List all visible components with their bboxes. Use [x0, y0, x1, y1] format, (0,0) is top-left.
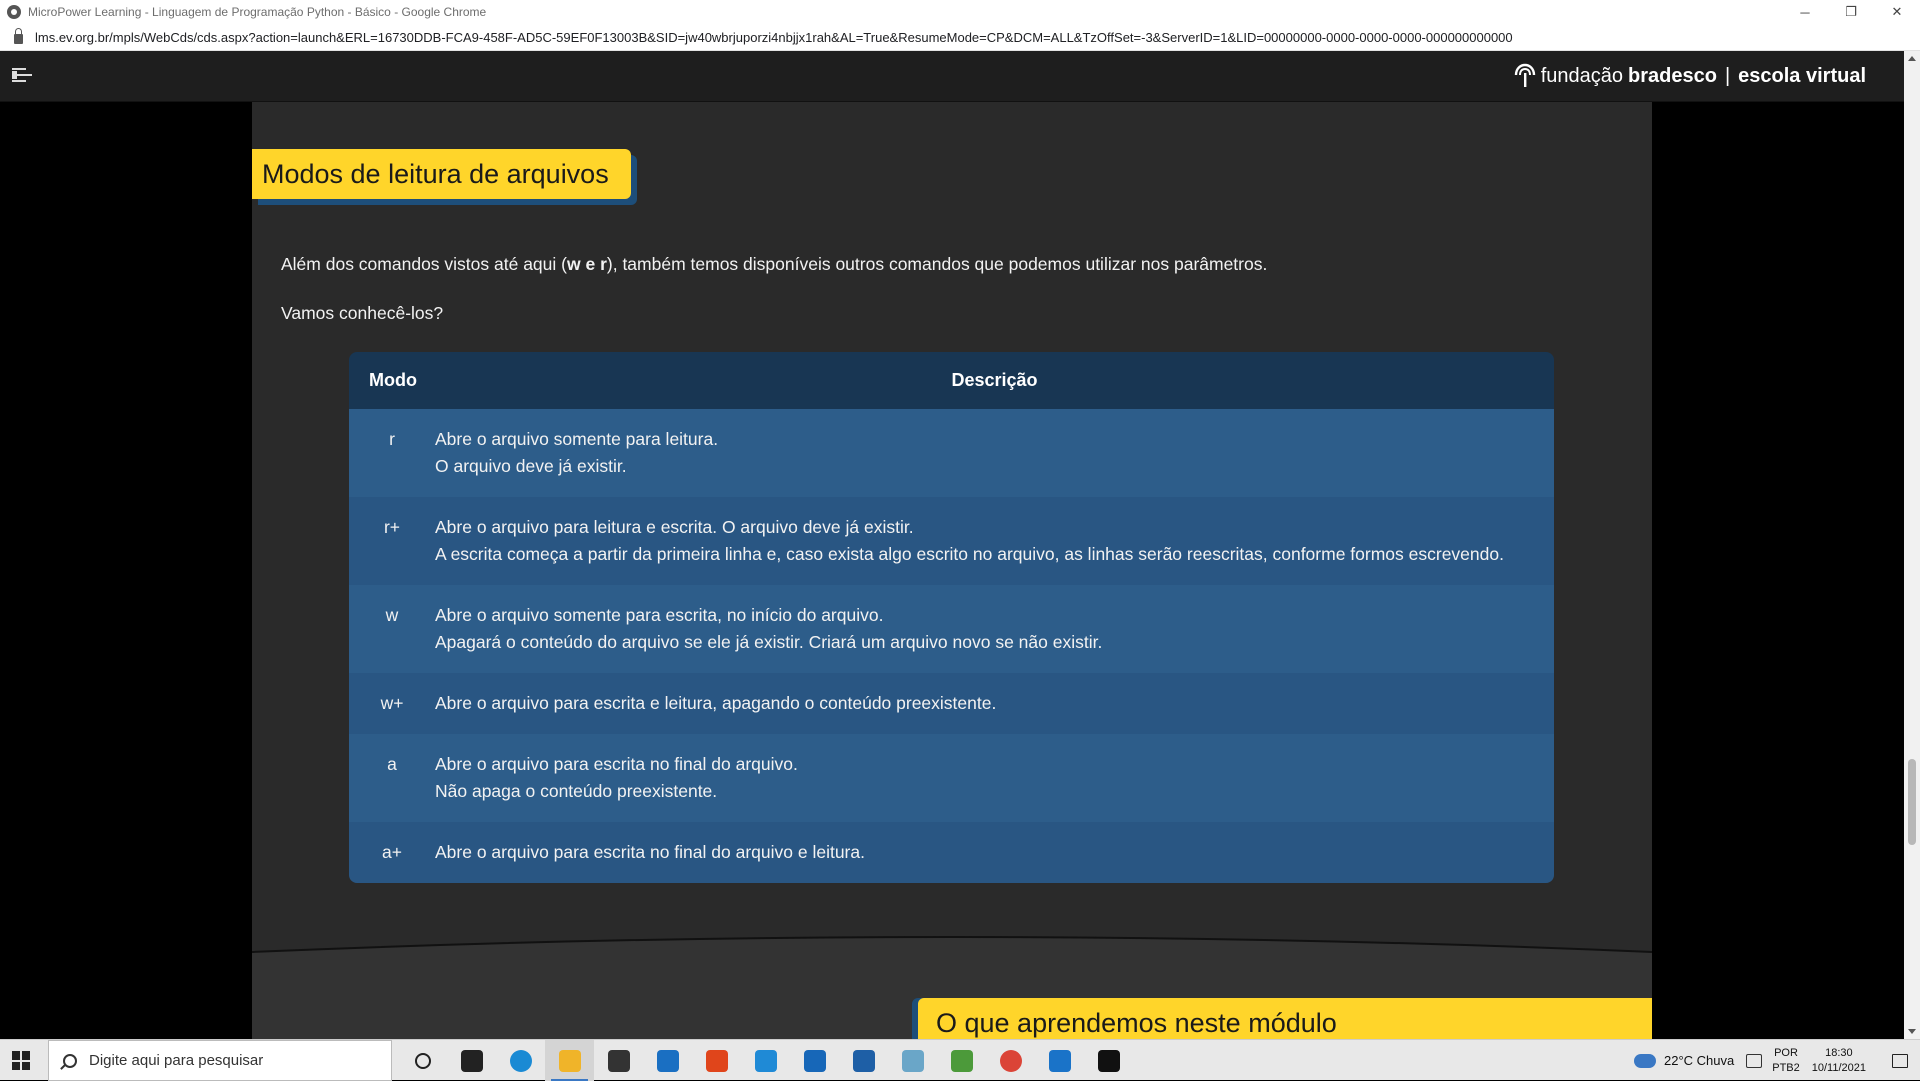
- sketch-icon[interactable]: [937, 1040, 986, 1081]
- close-button[interactable]: ✕: [1874, 0, 1920, 24]
- weather-text: 22°C Chuva: [1663, 1053, 1735, 1068]
- store-icon[interactable]: [594, 1040, 643, 1081]
- brand-separator: |: [1724, 64, 1731, 87]
- brand-logo: fundação bradesco | escola virtual: [1513, 63, 1866, 89]
- chrome-icon: [7, 5, 21, 19]
- header-description: Descrição: [951, 370, 1038, 390]
- app-round-icon[interactable]: [839, 1040, 888, 1081]
- scroll-up-icon[interactable]: [1908, 56, 1916, 61]
- bradesco-tree-icon: [1514, 63, 1535, 87]
- office-icon[interactable]: [692, 1040, 741, 1081]
- lock-icon[interactable]: [14, 28, 23, 44]
- scroll-thumb[interactable]: [1908, 759, 1916, 845]
- table-row: r+ Abre o arquivo para leitura e escrita…: [349, 497, 1554, 585]
- windows-taskbar: Digite aqui para pesquisar 22°C Chuva PO…: [0, 1039, 1920, 1081]
- table-row: a Abre o arquivo para escrita no final d…: [349, 734, 1554, 822]
- description-cell: Abre o arquivo para escrita e leitura, a…: [435, 693, 997, 713]
- menu-toggle-icon[interactable]: [12, 66, 36, 86]
- table-header: Modo Descrição: [349, 352, 1554, 409]
- header-mode: Modo: [369, 370, 417, 390]
- mode-cell: r+: [383, 517, 401, 537]
- network-icon[interactable]: [1746, 1053, 1763, 1068]
- page-scrollbar[interactable]: [1904, 51, 1920, 1039]
- table-row: w Abre o arquivo somente para escrita, n…: [349, 585, 1554, 673]
- mode-cell: w: [385, 605, 399, 625]
- description-cell: Abre o arquivo somente para escrita, no …: [435, 605, 1103, 652]
- chrome-icon[interactable]: [986, 1040, 1035, 1081]
- brand-bradesco: bradesco: [1628, 64, 1717, 87]
- intro-w: w: [566, 254, 581, 274]
- description-cell: Abre o arquivo para escrita no final do …: [435, 842, 865, 862]
- mode-cell: a: [387, 754, 397, 774]
- weather-cloud-icon: [1633, 1053, 1656, 1068]
- taskbar-pinned-apps: [398, 1040, 1133, 1081]
- table-row: a+ Abre o arquivo para escrita no final …: [349, 822, 1554, 883]
- vscode-icon[interactable]: [741, 1040, 790, 1081]
- table-row: w+ Abre o arquivo para escrita e leitura…: [349, 673, 1554, 734]
- clock[interactable]: 18:30 10/11/2021: [1812, 1046, 1866, 1076]
- restore-button[interactable]: ❐: [1828, 0, 1874, 24]
- pycharm-icon[interactable]: [1084, 1040, 1133, 1081]
- language-indicator[interactable]: POR PTB2: [1772, 1046, 1800, 1076]
- mode-cell: w+: [380, 693, 404, 713]
- lesson-content: Modos de leitura de arquivos Além dos co…: [252, 102, 1652, 1039]
- description-cell: Abre o arquivo para escrita no final do …: [435, 754, 798, 801]
- mode-cell: a+: [382, 842, 402, 862]
- cortana-icon[interactable]: [398, 1040, 447, 1081]
- edge-icon[interactable]: [496, 1040, 545, 1081]
- notification-center-icon[interactable]: [1880, 1040, 1920, 1081]
- task-view-icon[interactable]: [447, 1040, 496, 1081]
- brand-fundacao: fundação: [1540, 64, 1624, 87]
- description-cell: Abre o arquivo somente para leitura. O ar…: [435, 429, 719, 476]
- search-placeholder: Digite aqui para pesquisar: [89, 1052, 264, 1069]
- clock-time: 18:30: [1825, 1046, 1853, 1059]
- window-title: MicroPower Learning - Linguagem de Progr…: [28, 5, 487, 19]
- intro-paragraph: Além dos comandos vistos até aqui (w e r…: [281, 254, 1268, 274]
- section-title: Modos de leitura de arquivos: [252, 149, 631, 199]
- brand-escola-virtual: escola virtual: [1738, 64, 1866, 87]
- mail-icon[interactable]: [643, 1040, 692, 1081]
- scroll-down-icon[interactable]: [1908, 1029, 1916, 1034]
- url-text[interactable]: lms.ev.org.br/mpls/WebCds/cds.aspx?actio…: [35, 30, 1513, 45]
- question-text: Vamos conhecê-los?: [281, 303, 444, 323]
- weather-widget[interactable]: 22°C Chuva: [1633, 1053, 1735, 1068]
- address-bar[interactable]: lms.ev.org.br/mpls/WebCds/cds.aspx?actio…: [0, 24, 1920, 51]
- mode-cell: r: [389, 429, 395, 449]
- windows-start-icon[interactable]: [12, 1051, 31, 1070]
- window-controls: ─ ❐ ✕: [1782, 0, 1920, 24]
- app-window-icon[interactable]: [790, 1040, 839, 1081]
- taskbar-search-input[interactable]: Digite aqui para pesquisar: [48, 1040, 392, 1081]
- file-explorer-icon[interactable]: [545, 1040, 594, 1081]
- app-header: fundação bradesco | escola virtual: [0, 51, 1904, 102]
- clock-date: 10/11/2021: [1811, 1061, 1866, 1074]
- modes-table: Modo Descrição r Abre o arquivo somente …: [349, 352, 1554, 883]
- system-tray: 22°C Chuva POR PTB2 18:30 10/11/2021: [1633, 1040, 1920, 1081]
- photos-icon[interactable]: [1035, 1040, 1084, 1081]
- search-icon: [63, 1053, 77, 1068]
- intro-r: r: [600, 254, 607, 274]
- table-row: r Abre o arquivo somente para leitura. O …: [349, 409, 1554, 497]
- minimize-button[interactable]: ─: [1782, 0, 1828, 24]
- next-section-title: O que aprendemos neste módulo: [918, 998, 1652, 1039]
- description-cell: Abre o arquivo para leitura e escrita. O…: [435, 517, 1504, 564]
- window-title-bar: MicroPower Learning - Linguagem de Progr…: [0, 0, 1920, 24]
- notepad-icon[interactable]: [888, 1040, 937, 1081]
